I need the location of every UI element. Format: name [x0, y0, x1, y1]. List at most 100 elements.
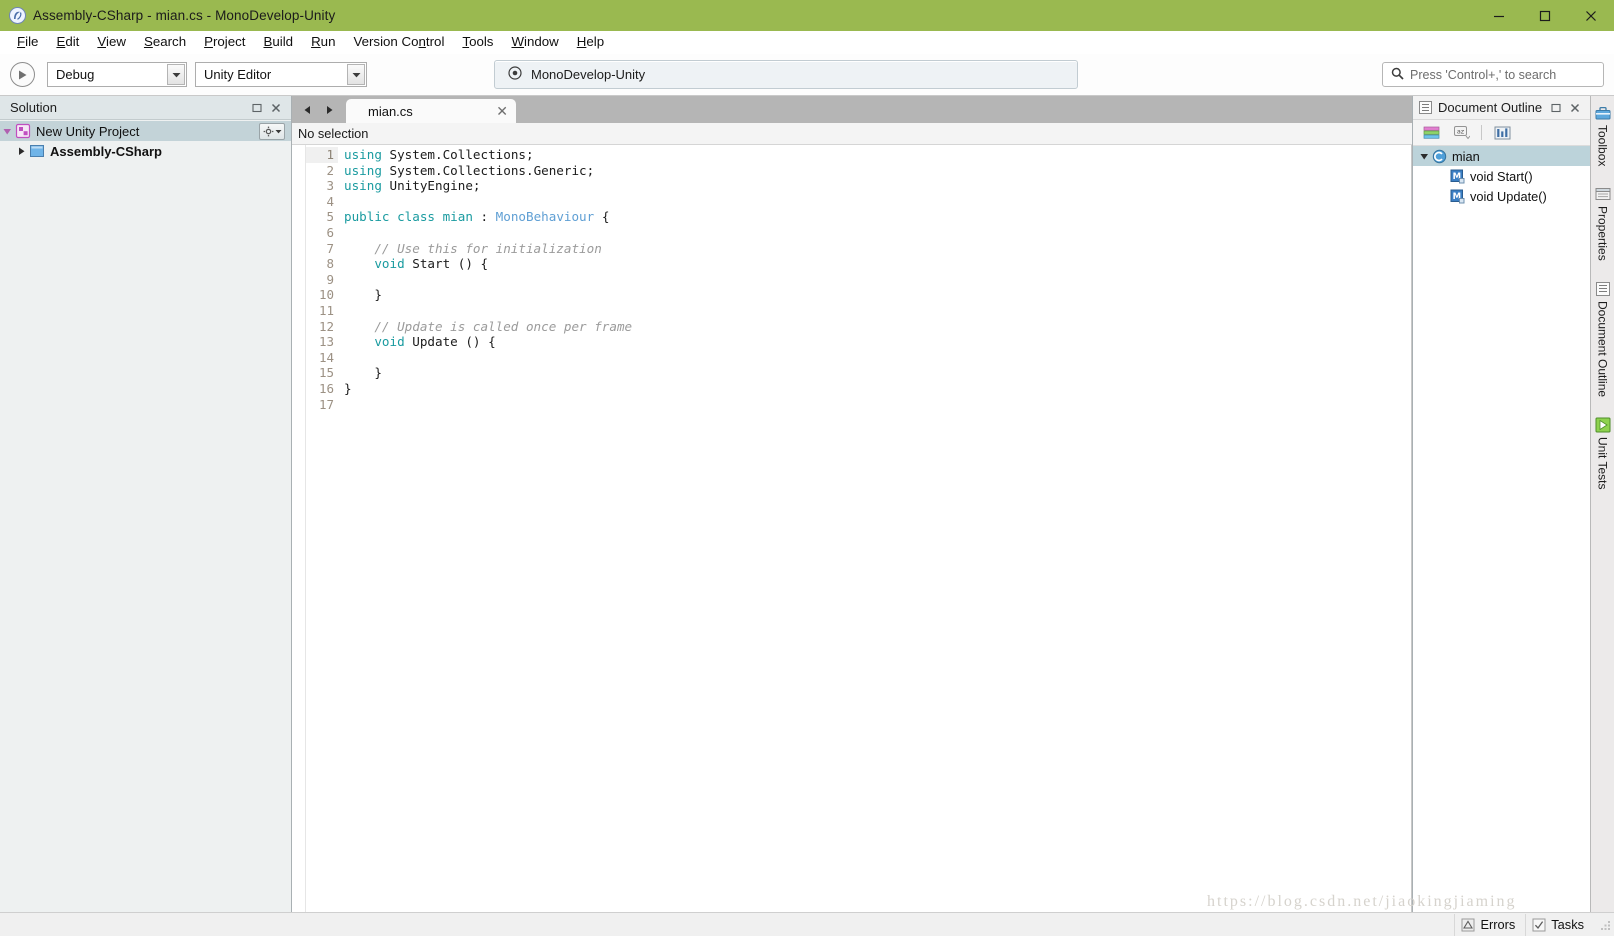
solution-tree-row[interactable]: New Unity Project	[0, 121, 291, 141]
runtime-combo[interactable]: Unity Editor	[195, 62, 367, 87]
code-text[interactable]: using System.Collections; using System.Co…	[338, 145, 1411, 912]
code-token-kw: using	[344, 178, 382, 194]
menu-run[interactable]: Run	[302, 32, 344, 52]
code-token-kw: public class mian	[344, 209, 473, 225]
maximize-button[interactable]	[1522, 0, 1568, 31]
outline-pad-title: Document Outline	[1438, 100, 1543, 115]
menu-file[interactable]: File	[8, 32, 47, 52]
errors-button[interactable]: Errors	[1454, 913, 1525, 936]
solution-pad-header: Solution	[0, 96, 291, 120]
tasks-icon	[1532, 918, 1546, 932]
code-line[interactable]: }	[344, 287, 1411, 303]
code-line[interactable]: using UnityEngine;	[344, 178, 1411, 194]
code-line[interactable]	[344, 350, 1411, 366]
close-icon[interactable]	[268, 100, 284, 116]
code-line[interactable]	[344, 194, 1411, 210]
breadcrumb[interactable]: No selection	[292, 123, 1412, 145]
fold-margin	[292, 145, 306, 912]
menu-build[interactable]: Build	[254, 32, 302, 52]
code-line[interactable]: using System.Collections.Generic;	[344, 163, 1411, 179]
status-pill[interactable]: MonoDevelop-Unity	[494, 60, 1078, 89]
chevron-down-icon[interactable]	[167, 64, 185, 85]
chevron-down-icon[interactable]	[1417, 152, 1432, 161]
tab-close-icon[interactable]: ✕	[460, 104, 508, 118]
close-button[interactable]	[1568, 0, 1614, 31]
menu-tools[interactable]: Tools	[453, 32, 502, 52]
line-number: 7	[326, 240, 334, 256]
code-token-pln: System.Collections.Generic;	[381, 162, 595, 178]
line-number: 6	[326, 224, 334, 240]
code-line[interactable]	[344, 272, 1411, 288]
dock-tab-label: Unit Tests	[1595, 437, 1610, 490]
runtime-value: Unity Editor	[204, 67, 272, 82]
outline-tree-row[interactable]: Mvoid Start()	[1413, 166, 1590, 186]
menu-view[interactable]: View	[88, 32, 135, 52]
search-input[interactable]: Press 'Control+,' to search	[1382, 62, 1604, 87]
code-line[interactable]: }	[344, 365, 1411, 381]
code-token-pln: :	[472, 209, 496, 225]
menu-window[interactable]: Window	[502, 32, 567, 52]
run-button[interactable]	[10, 62, 35, 87]
code-line[interactable]: void Start () {	[344, 256, 1411, 272]
tasks-button[interactable]: Tasks	[1525, 913, 1594, 936]
menu-edit[interactable]: Edit	[47, 32, 88, 52]
resize-grip[interactable]	[1598, 918, 1612, 932]
tasks-label: Tasks	[1551, 917, 1584, 932]
outline-icon	[1595, 281, 1611, 297]
sort-alphabetically-icon[interactable]: az	[1451, 124, 1471, 142]
document-outline-pad: Document Outline az mian M void Start() …	[1412, 96, 1590, 912]
line-number: 10	[318, 287, 334, 303]
outline-tree-row[interactable]: Mvoid Update()	[1413, 186, 1590, 206]
code-token-pln	[344, 256, 374, 271]
status-pill-text: MonoDevelop-Unity	[531, 67, 646, 82]
outline-toolbar: az	[1413, 120, 1590, 146]
undock-icon[interactable]	[1548, 100, 1564, 116]
code-line[interactable]	[344, 225, 1411, 241]
dock-tab-document-outline[interactable]: Document Outline	[1592, 278, 1614, 400]
tab-nav-back-icon[interactable]	[296, 97, 318, 123]
method-icon: M	[1450, 169, 1465, 184]
line-number: 5	[326, 209, 334, 225]
menu-project[interactable]: Project	[195, 32, 254, 52]
code-line[interactable]	[344, 303, 1411, 319]
code-line[interactable]: // Use this for initialization	[344, 241, 1411, 257]
undock-icon[interactable]	[249, 100, 265, 116]
chevron-down-icon[interactable]	[0, 127, 15, 136]
monodevelop-window: Assembly-CSharp - mian.cs - MonoDevelop-…	[0, 0, 1614, 936]
code-line[interactable]: public class mian : MonoBehaviour {	[344, 209, 1411, 225]
menu-help[interactable]: Help	[568, 32, 613, 52]
menu-search[interactable]: Search	[135, 32, 195, 52]
outline-tree: mian Mvoid Start() Mvoid Update()	[1413, 146, 1590, 912]
solution-pad: Solution New Unity Project Assembly-CShar…	[0, 96, 292, 912]
errors-icon	[1461, 918, 1475, 932]
solution-pad-title: Solution	[10, 100, 57, 115]
monodevelop-icon	[9, 7, 26, 24]
configuration-combo[interactable]: Debug	[47, 62, 187, 87]
solution-tree-row[interactable]: Assembly-CSharp	[0, 141, 291, 161]
chevron-down-icon[interactable]	[347, 64, 365, 85]
chevron-right-icon[interactable]	[14, 147, 29, 156]
document-tab-mian-cs[interactable]: mian.cs ✕	[346, 99, 516, 123]
menu-version-control[interactable]: Version Control	[344, 32, 453, 52]
code-line[interactable]: using System.Collections;	[344, 147, 1411, 163]
outline-options-icon[interactable]	[1492, 124, 1512, 142]
code-token-pln: Start () {	[404, 256, 489, 272]
code-line[interactable]	[344, 397, 1411, 413]
dock-tab-unit-tests[interactable]: Unit Tests	[1592, 414, 1614, 492]
dock-tab-toolbox[interactable]: Toolbox	[1592, 102, 1614, 169]
tab-nav-forward-icon[interactable]	[318, 97, 340, 123]
dock-tab-properties[interactable]: Properties	[1592, 183, 1614, 264]
group-by-category-icon[interactable]	[1421, 124, 1441, 142]
code-line[interactable]: }	[344, 381, 1411, 397]
close-icon[interactable]	[1567, 100, 1583, 116]
line-number: 15	[318, 365, 334, 381]
main-toolbar: Debug Unity Editor MonoDevelop-Unity Pre…	[0, 54, 1614, 96]
code-token-pln: Update () {	[404, 334, 496, 350]
outline-tree-row[interactable]: mian	[1413, 146, 1590, 166]
code-editor[interactable]: 1 2 3 4 5 6 7 8 9 10 11 12 13 14 15 16 17 using System.C…	[292, 145, 1412, 912]
code-line[interactable]: // Update is called once per frame	[344, 319, 1411, 335]
code-token-pln	[344, 334, 374, 349]
minimize-button[interactable]	[1476, 0, 1522, 31]
solution-options-button[interactable]	[259, 122, 285, 140]
code-line[interactable]: void Update () {	[344, 334, 1411, 350]
